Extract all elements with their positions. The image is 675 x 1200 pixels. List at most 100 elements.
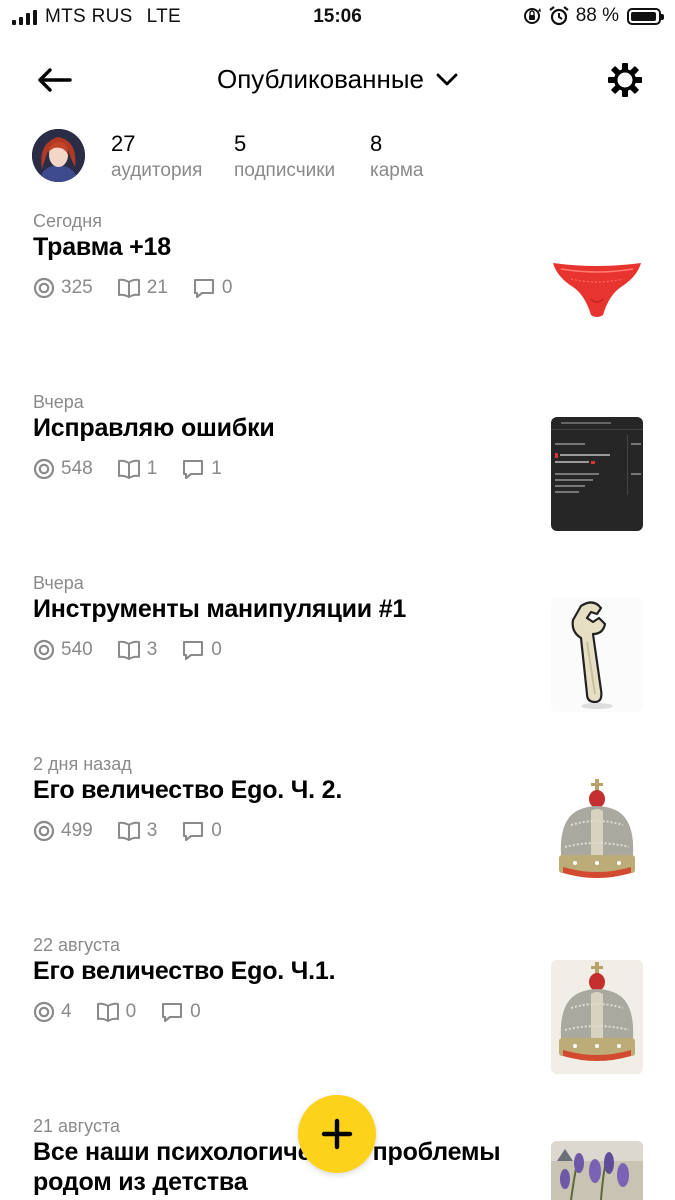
status-right: 88 % xyxy=(522,5,664,27)
comments-count: 1 xyxy=(211,458,222,479)
book-icon xyxy=(117,640,140,660)
article-date: Сегодня xyxy=(33,211,102,231)
rotation-lock-icon xyxy=(523,8,541,24)
comments-count: 0 xyxy=(221,277,233,298)
article-thumbnail xyxy=(551,1141,643,1200)
title-wrap: Опубликованные xyxy=(0,64,675,95)
views-count: 4 xyxy=(61,1001,72,1022)
book-icon xyxy=(117,821,140,841)
stat-value: 27 xyxy=(111,131,136,156)
article-title: Все наши психологические проблемы xyxy=(33,1138,501,1166)
views-metric: 4 xyxy=(33,1001,72,1023)
book-icon xyxy=(96,1002,119,1022)
crown-image xyxy=(551,777,643,891)
views-icon xyxy=(33,277,55,299)
status-bar: MTS RUS LTE 15:06 88 % xyxy=(0,0,675,34)
article-date: 22 августа xyxy=(33,935,121,955)
views-count: 499 xyxy=(61,820,93,841)
reads-metric: 3 xyxy=(117,820,158,842)
article-metrics: 499 3 0 xyxy=(33,820,246,842)
crown-image xyxy=(551,960,643,1074)
article-thumbnail xyxy=(551,598,643,712)
views-icon xyxy=(33,820,55,842)
add-article-button[interactable] xyxy=(298,1095,376,1173)
article-title: Инструменты манипуляции #1 xyxy=(33,595,407,623)
reads-metric: 0 xyxy=(96,1001,137,1023)
views-icon xyxy=(33,1001,55,1023)
article-thumbnail xyxy=(551,417,643,531)
gear-icon xyxy=(608,63,642,97)
chevron-down-icon xyxy=(436,73,458,85)
reads-count: 3 xyxy=(146,820,158,841)
page-title: Опубликованные xyxy=(217,64,424,94)
views-count: 540 xyxy=(61,639,93,660)
status-left: MTS RUS LTE xyxy=(12,6,181,28)
top-nav: Опубликованные xyxy=(0,54,675,106)
comment-icon xyxy=(183,821,204,842)
article-metrics: 4 0 0 xyxy=(33,1001,225,1023)
stat-label: карма xyxy=(370,160,424,181)
comment-icon xyxy=(162,1002,183,1023)
comments-metric: 0 xyxy=(160,1001,201,1023)
comment-icon xyxy=(183,459,204,480)
profile-stats: 27 аудитория 5 подписчики 8 карма xyxy=(32,129,652,185)
reads-count: 1 xyxy=(146,458,158,479)
carrier-name: MTS RUS xyxy=(45,6,133,27)
article-thumbnail xyxy=(551,777,643,891)
comments-metric: 1 xyxy=(181,458,222,480)
reads-metric: 3 xyxy=(117,639,158,661)
views-icon xyxy=(33,639,55,661)
article-title-line2: родом из детства xyxy=(33,1168,248,1196)
stat-label: аудитория xyxy=(111,160,203,181)
comments-metric: 0 xyxy=(192,277,233,299)
battery-icon xyxy=(627,7,664,25)
reads-metric: 1 xyxy=(117,458,158,480)
book-icon xyxy=(117,278,140,298)
reads-count: 0 xyxy=(125,1001,137,1022)
alarm-icon xyxy=(549,6,569,26)
article-item[interactable]: Вчера Инструменты манипуляции #1 540 3 0 xyxy=(0,573,675,743)
comments-count: 0 xyxy=(211,639,222,660)
settings-button[interactable] xyxy=(605,60,645,100)
article-date: 21 августа xyxy=(33,1116,121,1136)
stat-value: 8 xyxy=(370,131,383,156)
red-lingerie-image xyxy=(551,229,643,343)
plus-icon xyxy=(321,1118,353,1150)
stat-value: 5 xyxy=(234,131,247,156)
avatar-image xyxy=(32,129,85,182)
article-item[interactable]: Сегодня Травма +18 325 21 0 xyxy=(0,211,675,381)
article-thumbnail xyxy=(551,960,643,1074)
comments-metric: 0 xyxy=(181,639,222,661)
book-icon xyxy=(117,459,140,479)
dark-table-screenshot xyxy=(551,417,643,531)
reads-count: 3 xyxy=(146,639,158,660)
comments-count: 0 xyxy=(211,820,222,841)
article-date: 2 дня назад xyxy=(33,754,132,774)
article-thumbnail xyxy=(551,229,643,343)
comment-icon xyxy=(193,278,214,299)
section-dropdown[interactable]: Опубликованные xyxy=(217,64,458,95)
stat-karma: 8 карма xyxy=(370,131,424,185)
article-item[interactable]: 22 августа Его величество Ego. Ч.1. 4 0 … xyxy=(0,935,675,1105)
comment-icon xyxy=(183,640,204,661)
reads-count: 21 xyxy=(146,277,168,298)
article-item[interactable]: 2 дня назад Его величество Ego. Ч. 2. 49… xyxy=(0,754,675,924)
views-metric: 499 xyxy=(33,820,93,842)
article-date: Вчера xyxy=(33,392,84,412)
network-type: LTE xyxy=(146,6,181,27)
views-count: 548 xyxy=(61,458,93,479)
article-title: Его величество Ego. Ч. 2. xyxy=(33,776,343,804)
article-metrics: 548 1 1 xyxy=(33,458,246,480)
stat-audience: 27 аудитория xyxy=(111,131,202,185)
lavender-image xyxy=(551,1141,643,1200)
avatar[interactable] xyxy=(32,129,85,182)
stat-subscribers: 5 подписчики xyxy=(234,131,335,185)
article-title: Травма +18 xyxy=(33,233,171,261)
views-metric: 325 xyxy=(33,277,93,299)
reads-metric: 21 xyxy=(117,277,168,299)
comments-metric: 0 xyxy=(181,820,222,842)
article-item[interactable]: Вчера Исправляю ошибки 548 1 1 xyxy=(0,392,675,562)
article-title: Его величество Ego. Ч.1. xyxy=(33,957,336,985)
views-metric: 548 xyxy=(33,458,93,480)
views-metric: 540 xyxy=(33,639,93,661)
